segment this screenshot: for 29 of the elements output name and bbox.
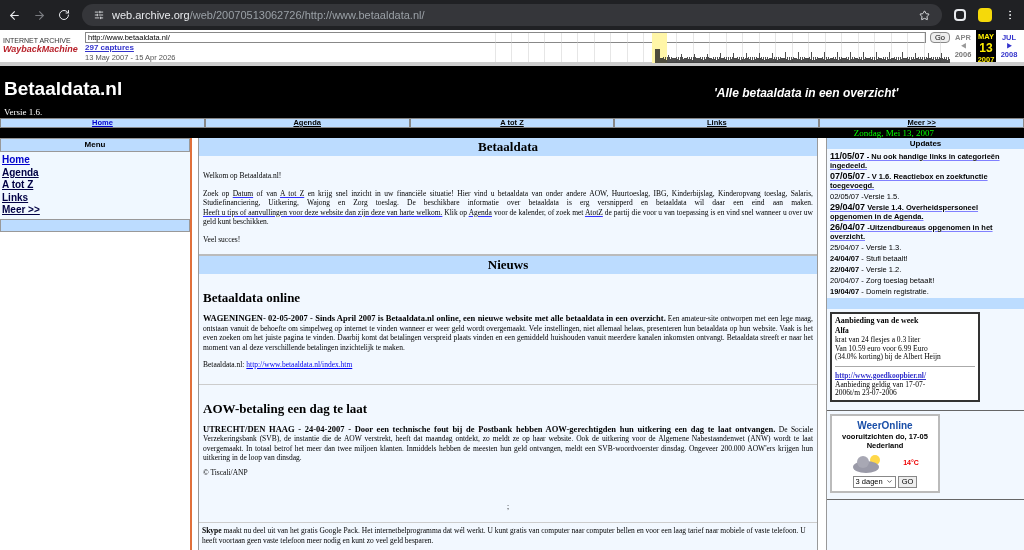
menu-link[interactable]: Home xyxy=(2,154,190,167)
menu-header: Menu xyxy=(0,138,190,152)
forward-icon[interactable] xyxy=(33,8,46,22)
profile-icon[interactable] xyxy=(978,8,992,22)
url-path: /web/20070513062726/http://www.betaaldata.nl/ xyxy=(189,7,425,23)
date-label: Zondag, Mei 13, 2007 xyxy=(853,128,934,138)
site-tagline: 'Alle betaaldata in een overzicht' xyxy=(714,85,899,102)
menu-link[interactable]: Agenda xyxy=(2,166,190,179)
reload-icon[interactable] xyxy=(58,9,70,21)
updates-header: Updates xyxy=(827,138,1024,149)
captures-link[interactable]: 297 captures xyxy=(85,43,495,53)
section-title: Nieuws xyxy=(199,254,817,274)
offer-title: Aanbieding van de week xyxy=(835,316,920,326)
menu-link[interactable]: Meer >> xyxy=(2,204,190,217)
chevron-icon xyxy=(885,478,893,485)
address-bar[interactable]: web.archive.org/web/20070513062726/http://www.betaaldata.nl/ xyxy=(82,4,942,26)
article-headline: AOW-betaling een dag te laat xyxy=(203,400,369,417)
back-icon[interactable] xyxy=(8,8,21,22)
section-title: Betaaldata xyxy=(199,138,817,156)
article-headline: Betaaldata online xyxy=(203,290,302,306)
weather-logo: WeerOnline xyxy=(857,418,913,432)
bookmark-star-icon[interactable] xyxy=(919,9,930,21)
menu-link[interactable]: A tot Z xyxy=(2,179,190,192)
next-arrow-icon[interactable] xyxy=(1005,43,1013,49)
version-label: Versie 1.6. xyxy=(4,106,44,118)
prev-arrow-icon[interactable] xyxy=(959,43,967,49)
site-title: Betaaldata.nl xyxy=(4,76,124,101)
url-host: web.archive.org xyxy=(112,7,190,23)
menu-link[interactable]: Links xyxy=(2,191,190,204)
